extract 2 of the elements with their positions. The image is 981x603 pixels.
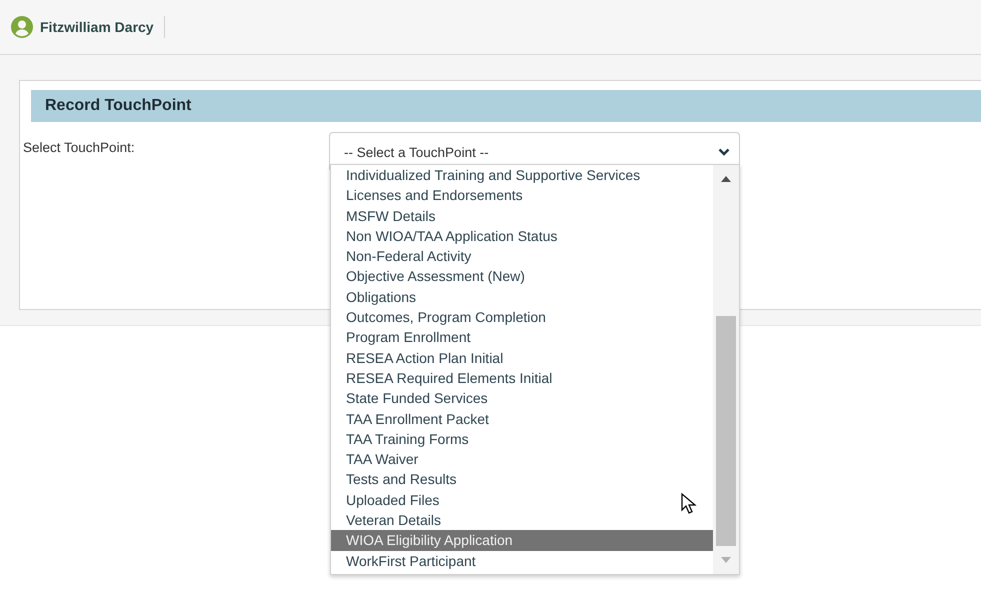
section-title: Record TouchPoint bbox=[45, 97, 192, 115]
field-label: Select TouchPoint: bbox=[23, 140, 136, 157]
